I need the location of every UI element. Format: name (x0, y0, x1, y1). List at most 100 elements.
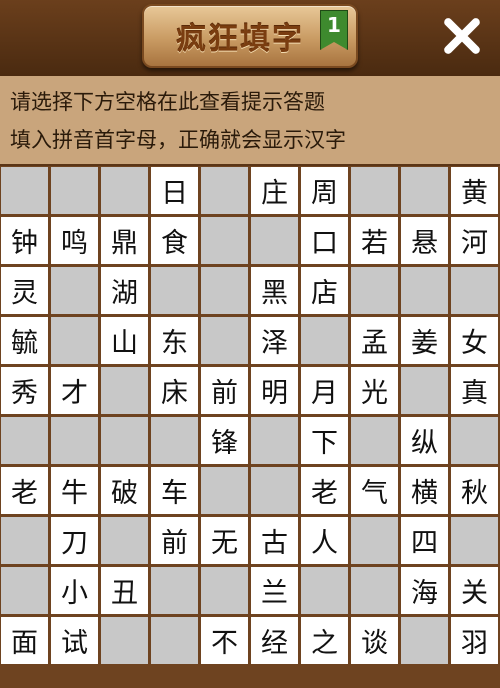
grid-cell-filled[interactable]: 不 (201, 617, 248, 664)
grid-cell-filled[interactable]: 河 (451, 217, 498, 264)
grid-cell-filled[interactable]: 钟 (1, 217, 48, 264)
grid-cell-empty[interactable] (351, 417, 398, 464)
grid-cell-empty[interactable] (451, 417, 498, 464)
grid-cell-empty[interactable] (251, 417, 298, 464)
grid-cell-empty[interactable] (351, 517, 398, 564)
grid-cell-filled[interactable]: 关 (451, 567, 498, 614)
grid-cell-filled[interactable]: 明 (251, 367, 298, 414)
grid-cell-empty[interactable] (151, 617, 198, 664)
grid-cell-filled[interactable]: 老 (301, 467, 348, 514)
grid-cell-filled[interactable]: 孟 (351, 317, 398, 364)
grid-cell-filled[interactable]: 羽 (451, 617, 498, 664)
grid-cell-empty[interactable] (51, 317, 98, 364)
grid-cell-empty[interactable] (151, 267, 198, 314)
grid-cell-empty[interactable] (51, 267, 98, 314)
grid-cell-empty[interactable] (101, 617, 148, 664)
grid-cell-empty[interactable] (401, 617, 448, 664)
grid-cell-empty[interactable] (301, 317, 348, 364)
grid-cell-filled[interactable]: 东 (151, 317, 198, 364)
grid-cell-filled[interactable]: 下 (301, 417, 348, 464)
grid-cell-empty[interactable] (1, 567, 48, 614)
grid-cell-empty[interactable] (101, 517, 148, 564)
grid-cell-filled[interactable]: 山 (101, 317, 148, 364)
grid-cell-filled[interactable]: 前 (201, 367, 248, 414)
grid-cell-empty[interactable] (451, 517, 498, 564)
grid-cell-empty[interactable] (201, 567, 248, 614)
grid-cell-filled[interactable]: 真 (451, 367, 498, 414)
grid-cell-filled[interactable]: 湖 (101, 267, 148, 314)
grid-cell-filled[interactable]: 秀 (1, 367, 48, 414)
grid-cell-filled[interactable]: 经 (251, 617, 298, 664)
grid-cell-empty[interactable] (1, 167, 48, 214)
grid-cell-filled[interactable]: 姜 (401, 317, 448, 364)
grid-cell-empty[interactable] (201, 317, 248, 364)
grid-cell-empty[interactable] (101, 417, 148, 464)
grid-cell-filled[interactable]: 纵 (401, 417, 448, 464)
grid-cell-filled[interactable]: 悬 (401, 217, 448, 264)
grid-cell-empty[interactable] (351, 567, 398, 614)
grid-cell-filled[interactable]: 刀 (51, 517, 98, 564)
grid-cell-filled[interactable]: 泽 (251, 317, 298, 364)
grid-cell-filled[interactable]: 鸣 (51, 217, 98, 264)
grid-cell-filled[interactable]: 四 (401, 517, 448, 564)
grid-cell-filled[interactable]: 前 (151, 517, 198, 564)
grid-cell-filled[interactable]: 人 (301, 517, 348, 564)
grid-cell-empty[interactable] (151, 567, 198, 614)
grid-cell-filled[interactable]: 若 (351, 217, 398, 264)
grid-cell-filled[interactable]: 谈 (351, 617, 398, 664)
grid-cell-filled[interactable]: 古 (251, 517, 298, 564)
grid-cell-empty[interactable] (101, 167, 148, 214)
grid-cell-filled[interactable]: 无 (201, 517, 248, 564)
grid-cell-empty[interactable] (451, 267, 498, 314)
grid-cell-filled[interactable]: 口 (301, 217, 348, 264)
grid-cell-empty[interactable] (351, 267, 398, 314)
grid-cell-filled[interactable]: 女 (451, 317, 498, 364)
grid-cell-filled[interactable]: 床 (151, 367, 198, 414)
grid-cell-filled[interactable]: 光 (351, 367, 398, 414)
grid-cell-filled[interactable]: 横 (401, 467, 448, 514)
grid-cell-filled[interactable]: 牛 (51, 467, 98, 514)
grid-cell-filled[interactable]: 老 (1, 467, 48, 514)
grid-cell-filled[interactable]: 日 (151, 167, 198, 214)
grid-cell-filled[interactable]: 毓 (1, 317, 48, 364)
grid-cell-empty[interactable] (201, 267, 248, 314)
grid-cell-filled[interactable]: 灵 (1, 267, 48, 314)
grid-cell-empty[interactable] (401, 167, 448, 214)
grid-cell-empty[interactable] (201, 217, 248, 264)
grid-cell-empty[interactable] (151, 417, 198, 464)
grid-cell-filled[interactable]: 锋 (201, 417, 248, 464)
grid-cell-filled[interactable]: 庄 (251, 167, 298, 214)
grid-cell-empty[interactable] (1, 517, 48, 564)
grid-cell-filled[interactable]: 黑 (251, 267, 298, 314)
close-button[interactable] (434, 8, 490, 64)
grid-cell-empty[interactable] (251, 467, 298, 514)
grid-cell-filled[interactable]: 之 (301, 617, 348, 664)
grid-cell-filled[interactable]: 月 (301, 367, 348, 414)
grid-cell-filled[interactable]: 兰 (251, 567, 298, 614)
grid-cell-empty[interactable] (251, 217, 298, 264)
grid-cell-empty[interactable] (301, 567, 348, 614)
grid-cell-empty[interactable] (401, 367, 448, 414)
grid-cell-filled[interactable]: 海 (401, 567, 448, 614)
grid-cell-filled[interactable]: 丑 (101, 567, 148, 614)
grid-cell-empty[interactable] (351, 167, 398, 214)
grid-cell-empty[interactable] (201, 167, 248, 214)
grid-cell-filled[interactable]: 车 (151, 467, 198, 514)
grid-cell-empty[interactable] (101, 367, 148, 414)
grid-cell-filled[interactable]: 黄 (451, 167, 498, 214)
grid-cell-filled[interactable]: 破 (101, 467, 148, 514)
grid-cell-filled[interactable]: 秋 (451, 467, 498, 514)
grid-cell-filled[interactable]: 周 (301, 167, 348, 214)
grid-cell-empty[interactable] (201, 467, 248, 514)
grid-cell-filled[interactable]: 面 (1, 617, 48, 664)
grid-cell-filled[interactable]: 店 (301, 267, 348, 314)
grid-cell-filled[interactable]: 鼎 (101, 217, 148, 264)
grid-cell-filled[interactable]: 试 (51, 617, 98, 664)
grid-cell-filled[interactable]: 气 (351, 467, 398, 514)
grid-cell-filled[interactable]: 才 (51, 367, 98, 414)
grid-cell-empty[interactable] (401, 267, 448, 314)
grid-cell-empty[interactable] (51, 167, 98, 214)
grid-cell-filled[interactable]: 小 (51, 567, 98, 614)
grid-cell-empty[interactable] (1, 417, 48, 464)
grid-cell-empty[interactable] (51, 417, 98, 464)
